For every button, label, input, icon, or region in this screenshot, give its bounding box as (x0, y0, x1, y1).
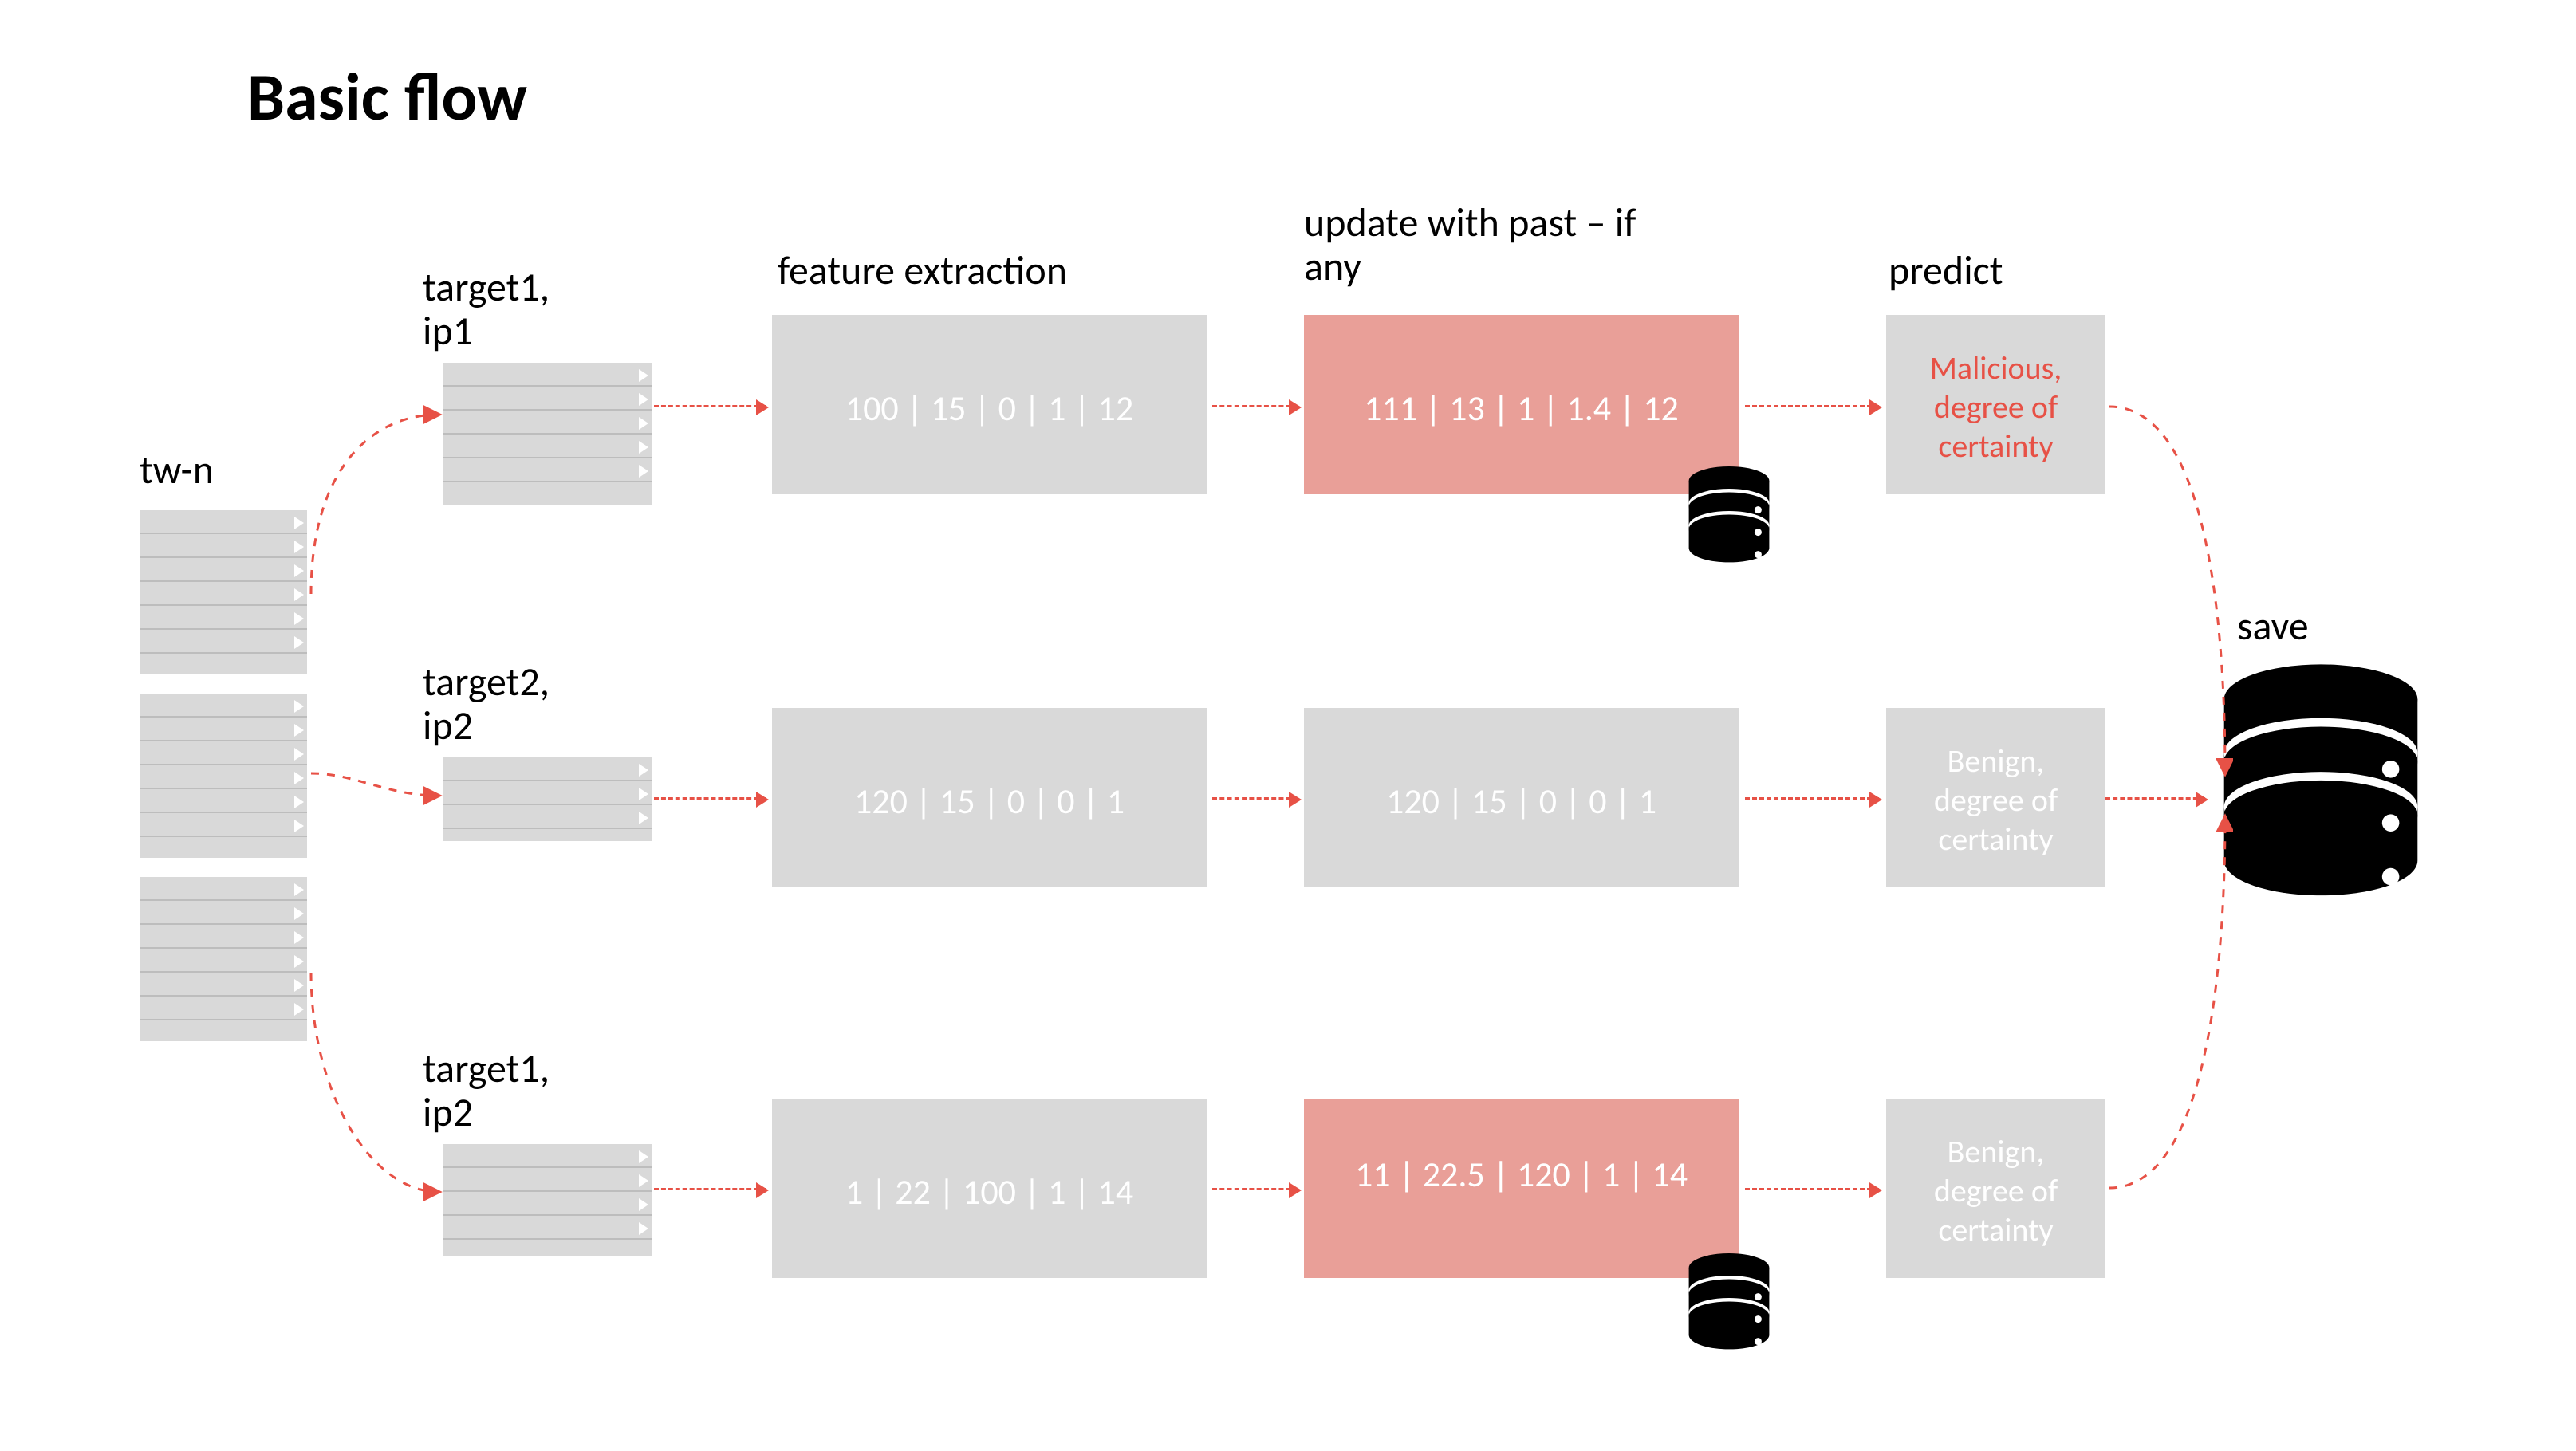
row1-target-label: target1, ip1 (423, 265, 606, 353)
row2-target-label: target2, ip2 (423, 660, 606, 748)
source-list-2 (140, 694, 307, 858)
row2-update-box: 120 | 15 | 0 | 0 | 1 (1304, 708, 1739, 887)
source-list-3 (140, 877, 307, 1041)
arrow-r2-b (1212, 797, 1298, 800)
arrow-r2-c (1745, 797, 1879, 800)
row2-packet-list (443, 757, 652, 841)
arrow-r2-save (2105, 797, 2205, 800)
row2-update-value: 120 | 15 | 0 | 0 | 1 (1304, 780, 1739, 823)
col-header-feature: feature extraction (778, 249, 1067, 293)
row2-feature-box: 120 | 15 | 0 | 0 | 1 (772, 708, 1207, 887)
arrow-src-r3 (307, 965, 451, 1212)
row1-update-box: 111 | 13 | 1 | 1.4 | 12 (1304, 315, 1739, 494)
row2-predict-value: Benign, degree of certainty (1886, 741, 2105, 859)
row3-packet-list (443, 1144, 652, 1256)
row3-predict-box: Benign, degree of certainty (1886, 1099, 2105, 1278)
row1-predict-value: Malicious, degree of certainty (1886, 348, 2105, 466)
row3-feature-value: 1 | 22 | 100 | 1 | 14 (772, 1170, 1207, 1213)
arrow-r1-b (1212, 405, 1298, 407)
row1-predict-box: Malicious, degree of certainty (1886, 315, 2105, 494)
row3-update-box: 11 | 22.5 | 120 | 1 | 14 (1304, 1099, 1739, 1278)
row1-feature-value: 100 | 15 | 0 | 1 | 12 (772, 387, 1207, 430)
arrow-r2-a (654, 797, 766, 800)
row1-feature-box: 100 | 15 | 0 | 1 | 12 (772, 315, 1207, 494)
row2-predict-box: Benign, degree of certainty (1886, 708, 2105, 887)
arrow-r3-a (654, 1188, 766, 1190)
arrow-r1-a (654, 405, 766, 407)
row3-update-value: 11 | 22.5 | 120 | 1 | 14 (1304, 1153, 1739, 1196)
arrow-src-r1 (307, 375, 451, 606)
arrow-r3-b (1212, 1188, 1298, 1190)
arrow-r3-save (2105, 805, 2233, 1196)
row1-packet-list (443, 363, 652, 505)
save-db-icon (2213, 662, 2428, 909)
source-label: tw-n (140, 448, 275, 492)
slide-title: Basic flow (247, 56, 527, 138)
arrow-src-r2 (307, 757, 451, 813)
row3-db-icon (1684, 1252, 1774, 1355)
arrow-r1-c (1745, 405, 1879, 407)
row3-predict-value: Benign, degree of certainty (1886, 1132, 2105, 1249)
row1-db-icon (1684, 465, 1774, 568)
row2-feature-value: 120 | 15 | 0 | 0 | 1 (772, 780, 1207, 823)
row1-update-value: 111 | 13 | 1 | 1.4 | 12 (1304, 387, 1739, 430)
slide: Basic flow tw-n feature extraction updat… (0, 0, 2576, 1451)
arrow-r3-c (1745, 1188, 1879, 1190)
arrow-r1-save (2105, 399, 2233, 789)
source-list-1 (140, 510, 307, 674)
col-header-update: update with past – if any (1304, 201, 1655, 289)
row3-feature-box: 1 | 22 | 100 | 1 | 14 (772, 1099, 1207, 1278)
col-header-save: save (2237, 604, 2309, 648)
col-header-predict: predict (1889, 249, 2003, 293)
